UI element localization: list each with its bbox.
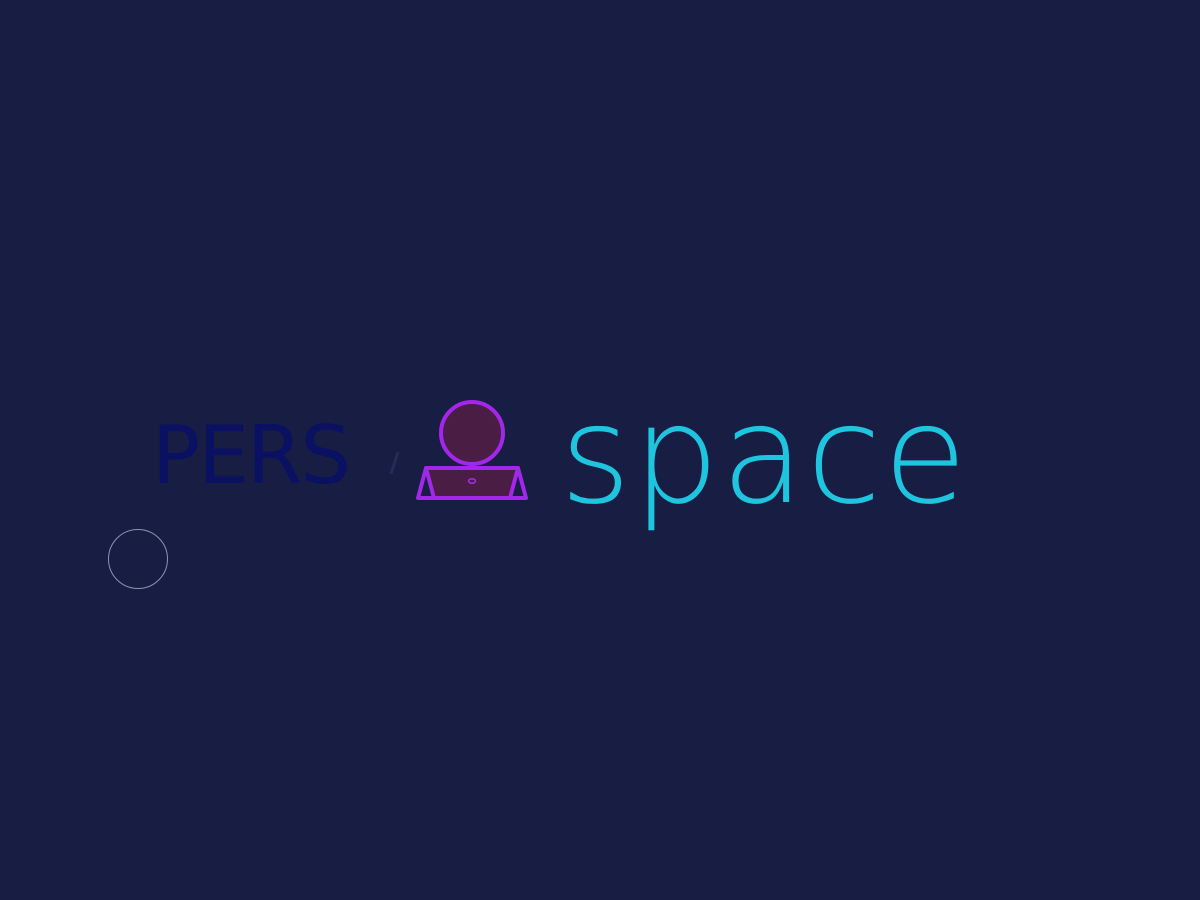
person-at-laptop-icon: [416, 400, 528, 500]
logo-head-shape: [439, 400, 505, 466]
cursor-ring-icon: [108, 529, 168, 589]
separator-mark: [389, 452, 400, 474]
splash-screen: PERS space: [0, 0, 1200, 900]
loading-text: PERS: [152, 409, 351, 502]
brand-wordmark: space: [560, 377, 969, 535]
